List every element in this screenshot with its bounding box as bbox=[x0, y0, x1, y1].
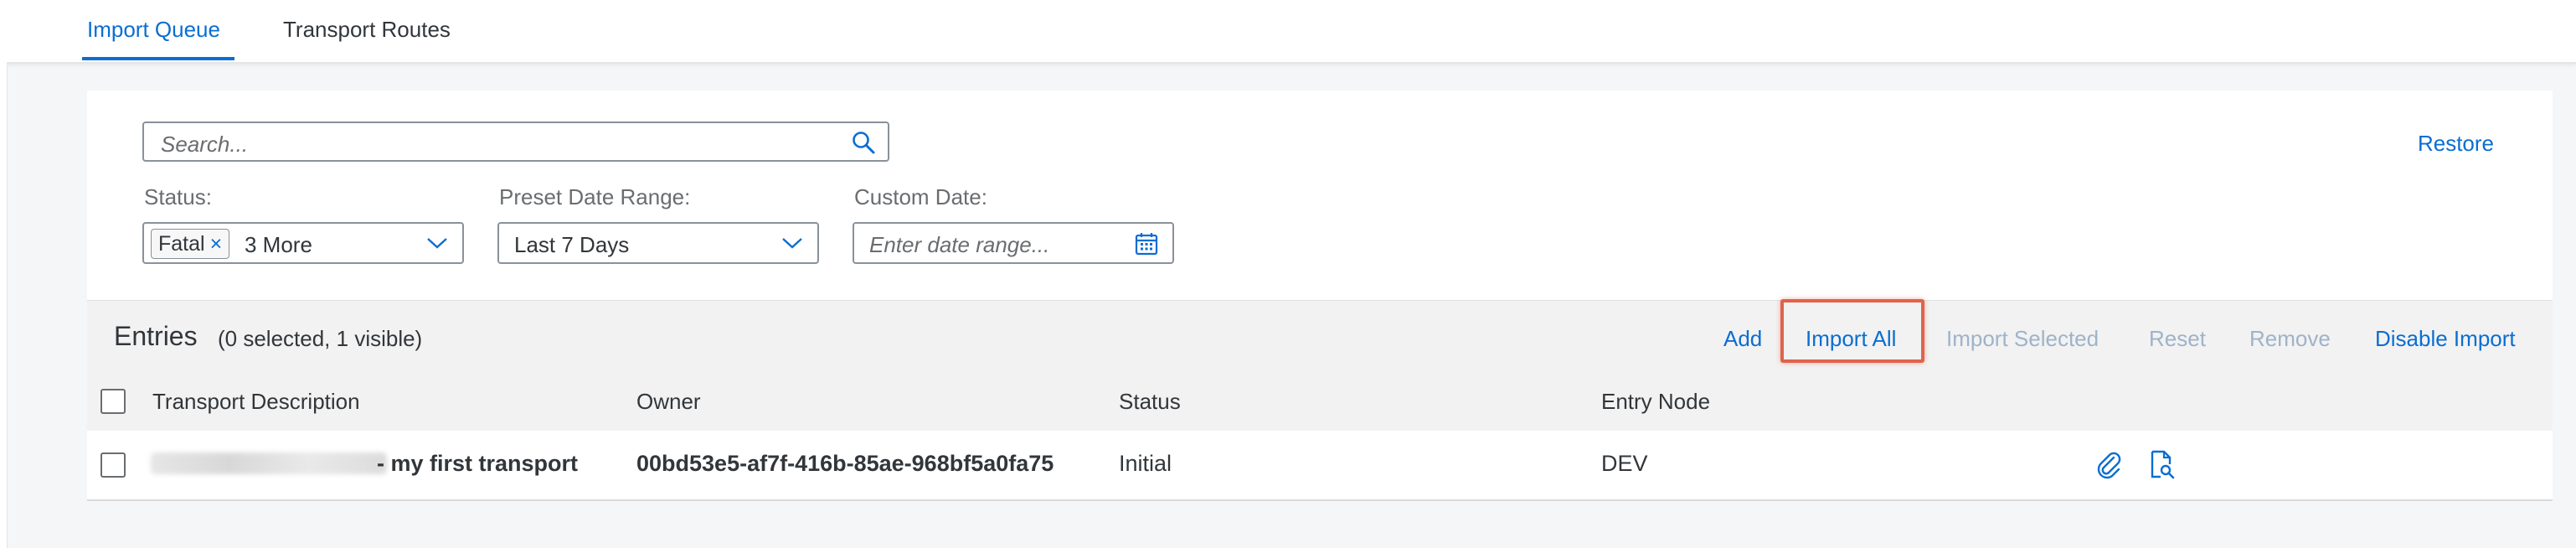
token-remove-icon[interactable]: × bbox=[210, 232, 223, 256]
custom-date-placeholder: Enter date range... bbox=[869, 232, 1050, 257]
status-token[interactable]: Fatal × bbox=[151, 229, 230, 259]
remove-button[interactable]: Remove bbox=[2249, 326, 2331, 352]
left-rail bbox=[0, 62, 8, 548]
disable-import-button[interactable]: Disable Import bbox=[2375, 326, 2516, 352]
chevron-down-icon[interactable] bbox=[781, 235, 804, 251]
entries-toolbar: Entries (0 selected, 1 visible) Add Impo… bbox=[87, 300, 2553, 374]
search-input[interactable]: Search... bbox=[142, 121, 889, 162]
paperclip-icon[interactable] bbox=[2094, 449, 2124, 479]
row-entry-node: DEV bbox=[1601, 451, 1648, 476]
redacted-text bbox=[151, 452, 387, 474]
row-transport-description: - my first transport bbox=[377, 451, 579, 476]
reset-button[interactable]: Reset bbox=[2149, 326, 2206, 352]
custom-date-input[interactable]: Enter date range... bbox=[853, 222, 1174, 264]
filter-panel: Search... Restore Status: Preset Date Ra… bbox=[87, 90, 2553, 300]
entries-title: Entries bbox=[114, 321, 198, 351]
row-owner: 00bd53e5-af7f-416b-85ae-968bf5a0fa75 bbox=[636, 451, 1054, 476]
import-all-highlight bbox=[1780, 299, 1924, 363]
column-entry-node[interactable]: Entry Node bbox=[1601, 389, 1710, 415]
add-button[interactable]: Add bbox=[1723, 326, 1762, 352]
status-more-label[interactable]: 3 More bbox=[245, 232, 312, 258]
table-row[interactable]: - my first transport 00bd53e5-af7f-416b-… bbox=[87, 431, 2553, 501]
column-owner[interactable]: Owner bbox=[636, 389, 701, 415]
status-multiselect[interactable]: Fatal × 3 More bbox=[142, 222, 464, 264]
status-token-label: Fatal bbox=[158, 232, 205, 256]
search-icon[interactable] bbox=[851, 130, 876, 155]
tab-transport-routes[interactable]: Transport Routes bbox=[283, 17, 451, 43]
tab-import-queue[interactable]: Import Queue bbox=[87, 17, 220, 43]
column-status[interactable]: Status bbox=[1119, 389, 1181, 415]
custom-date-label: Custom Date: bbox=[854, 184, 987, 209]
restore-button[interactable]: Restore bbox=[2418, 131, 2494, 157]
active-tab-indicator bbox=[82, 57, 234, 60]
preset-date-label: Preset Date Range: bbox=[499, 184, 691, 209]
tab-bar: Import Queue Transport Routes bbox=[0, 0, 2576, 64]
status-filter-label: Status: bbox=[144, 184, 212, 209]
row-status: Initial bbox=[1119, 451, 1172, 476]
calendar-icon[interactable] bbox=[1134, 231, 1159, 256]
table-header: Transport Description Owner Status Entry… bbox=[87, 372, 2553, 432]
import-selected-button[interactable]: Import Selected bbox=[1946, 326, 2099, 352]
preset-date-value: Last 7 Days bbox=[514, 232, 630, 257]
entries-count: (0 selected, 1 visible) bbox=[218, 326, 423, 351]
document-search-icon[interactable] bbox=[2146, 449, 2176, 479]
preset-date-select[interactable]: Last 7 Days bbox=[497, 222, 819, 264]
chevron-down-icon[interactable] bbox=[425, 235, 449, 251]
search-placeholder: Search... bbox=[161, 132, 249, 157]
column-transport-description[interactable]: Transport Description bbox=[152, 389, 360, 415]
select-all-checkbox[interactable] bbox=[100, 389, 126, 414]
row-checkbox[interactable] bbox=[100, 452, 126, 478]
